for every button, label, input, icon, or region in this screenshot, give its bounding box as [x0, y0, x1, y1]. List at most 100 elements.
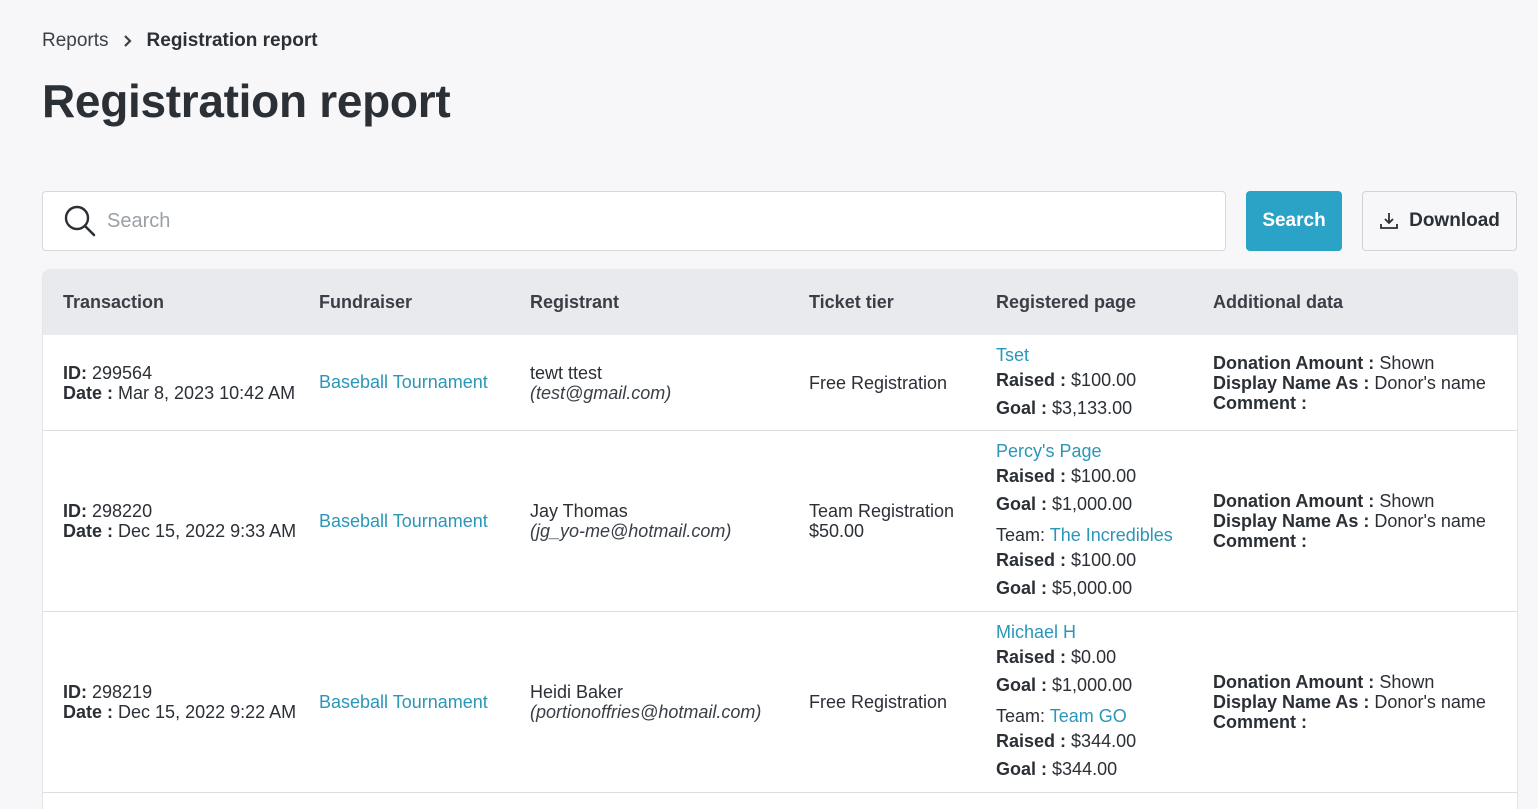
- search-input[interactable]: [107, 192, 1225, 250]
- ticket-tier-cell: Free Registration: [809, 373, 996, 393]
- team-link[interactable]: Team GO: [1050, 706, 1127, 726]
- ticket-tier: Free Registration: [809, 372, 948, 393]
- page-link[interactable]: Percy's Page: [996, 441, 1102, 461]
- transaction-id: 298220: [92, 501, 153, 521]
- ticket-tier-cell: Team Registration $50.00: [809, 501, 996, 541]
- fundraiser-link[interactable]: Baseball Tournament: [319, 372, 488, 392]
- registrant-cell: tewt ttest (test@gmail.com): [530, 363, 809, 403]
- registration-table: Transaction Fundraiser Registrant Ticket…: [42, 269, 1518, 809]
- goal-label: Goal :: [996, 397, 1048, 418]
- header-registered-page[interactable]: Registered page: [996, 292, 1213, 313]
- raised-label: Raised :: [996, 550, 1067, 570]
- table-row: ID: 299564 Date : Mar 8, 2023 10:42 AM B…: [43, 335, 1517, 431]
- comment-label: Comment :: [1213, 392, 1307, 413]
- chevron-right-icon: [123, 35, 132, 47]
- page-raised: $0.00: [1071, 647, 1117, 667]
- team-label: Team:: [996, 706, 1046, 726]
- goal-label: Goal :: [996, 578, 1048, 598]
- breadcrumb-current: Registration report: [146, 30, 318, 51]
- donation-amount: Shown: [1379, 352, 1435, 373]
- team-raised: $344.00: [1071, 731, 1137, 751]
- table-row: ID: 298220 Date : Dec 15, 2022 9:33 AM B…: [43, 431, 1517, 612]
- date-label: Date :: [63, 702, 114, 722]
- display-name-label: Display Name As :: [1213, 372, 1370, 393]
- registrant-email: (portionoffries@hotmail.com): [530, 702, 762, 722]
- registrant-email: (jg_yo-me@hotmail.com): [530, 521, 732, 541]
- fundraiser-link[interactable]: Baseball Tournament: [319, 692, 488, 712]
- id-label: ID:: [63, 362, 87, 383]
- date-label: Date :: [63, 521, 114, 541]
- raised-label: Raised :: [996, 466, 1067, 486]
- header-ticket-tier[interactable]: Ticket tier: [809, 292, 996, 313]
- table-header: Transaction Fundraiser Registrant Ticket…: [43, 269, 1517, 335]
- registered-page-cell: Michael H Raised : $0.00 Goal : $1,000.0…: [996, 621, 1213, 783]
- transaction-cell: ID: 298220 Date : Dec 15, 2022 9:33 AM: [43, 501, 319, 541]
- donation-amount-label: Donation Amount :: [1213, 352, 1375, 373]
- donation-amount: Shown: [1379, 672, 1435, 692]
- donation-amount: Shown: [1379, 491, 1435, 511]
- team-raised: $100.00: [1071, 550, 1137, 570]
- download-label: Download: [1409, 210, 1500, 231]
- donation-amount-label: Donation Amount :: [1213, 672, 1375, 692]
- additional-data-cell: Donation Amount : Shown Display Name As …: [1213, 672, 1513, 732]
- search-box: [42, 191, 1226, 251]
- registrant-name: tewt ttest: [530, 362, 603, 383]
- page-title: Registration report: [42, 75, 451, 127]
- goal-label: Goal :: [996, 675, 1048, 695]
- table-row: ID: 298219 Date : Dec 15, 2022 9:22 AM B…: [43, 612, 1517, 793]
- ticket-tier-cell: Free Registration: [809, 692, 996, 712]
- display-name-label: Display Name As :: [1213, 692, 1370, 712]
- transaction-id: 298219: [92, 682, 153, 702]
- transaction-date: Mar 8, 2023 10:42 AM: [118, 382, 296, 403]
- goal-label: Goal :: [996, 494, 1048, 514]
- breadcrumb: Reports Registration report: [42, 30, 318, 52]
- download-button[interactable]: Download: [1362, 191, 1517, 251]
- fundraiser-link[interactable]: Baseball Tournament: [319, 511, 488, 531]
- page-goal: $1,000.00: [1052, 675, 1133, 695]
- raised-label: Raised :: [996, 731, 1067, 751]
- display-name-label: Display Name As :: [1213, 511, 1370, 531]
- team-goal: $344.00: [1052, 759, 1118, 779]
- ticket-tier: Free Registration: [809, 692, 948, 712]
- page-goal: $1,000.00: [1052, 494, 1133, 514]
- page-link[interactable]: Michael H: [996, 622, 1076, 642]
- header-transaction[interactable]: Transaction: [43, 292, 319, 313]
- registrant-cell: Jay Thomas (jg_yo-me@hotmail.com): [530, 501, 809, 541]
- transaction-cell: ID: 299564 Date : Mar 8, 2023 10:42 AM: [43, 363, 319, 403]
- page-raised: $100.00: [1071, 466, 1137, 486]
- transaction-cell: ID: 298219 Date : Dec 15, 2022 9:22 AM: [43, 682, 319, 722]
- display-name-as: Donor's name: [1374, 692, 1486, 712]
- team-link[interactable]: The Incredibles: [1050, 525, 1173, 545]
- registrant-name: Jay Thomas: [530, 501, 628, 521]
- transaction-date: Dec 15, 2022 9:33 AM: [118, 521, 297, 541]
- raised-label: Raised :: [996, 647, 1067, 667]
- additional-data-cell: Donation Amount : Shown Display Name As …: [1213, 491, 1513, 551]
- date-label: Date :: [63, 382, 114, 403]
- search-icon: [64, 205, 96, 237]
- comment-label: Comment :: [1213, 531, 1307, 551]
- goal-label: Goal :: [996, 759, 1048, 779]
- registrant-name: Heidi Baker: [530, 682, 624, 702]
- transaction-date: Dec 15, 2022 9:22 AM: [118, 702, 297, 722]
- registrant-email: (test@gmail.com): [530, 382, 672, 403]
- raised-label: Raised :: [996, 369, 1067, 390]
- display-name-as: Donor's name: [1374, 511, 1486, 531]
- download-icon: [1380, 213, 1399, 229]
- transaction-id: 299564: [92, 362, 153, 383]
- header-fundraiser[interactable]: Fundraiser: [319, 292, 530, 313]
- header-additional-data[interactable]: Additional data: [1213, 292, 1513, 313]
- registered-page-cell: Tset Raised : $100.00 Goal : $3,133.00: [996, 344, 1213, 422]
- additional-data-cell: Donation Amount : Shown Display Name As …: [1213, 353, 1513, 413]
- registered-page-cell: Percy's Page Raised : $100.00 Goal : $1,…: [996, 440, 1213, 602]
- team-label: Team:: [996, 525, 1046, 545]
- team-goal: $5,000.00: [1052, 578, 1133, 598]
- search-button[interactable]: Search: [1246, 191, 1342, 251]
- donation-amount-label: Donation Amount :: [1213, 491, 1375, 511]
- id-label: ID:: [63, 682, 87, 702]
- page-link[interactable]: Tset: [996, 345, 1029, 365]
- breadcrumb-reports-link[interactable]: Reports: [42, 30, 109, 52]
- ticket-tier: Team Registration: [809, 501, 955, 521]
- ticket-price: $50.00: [809, 521, 865, 541]
- header-registrant[interactable]: Registrant: [530, 292, 809, 313]
- id-label: ID:: [63, 501, 87, 521]
